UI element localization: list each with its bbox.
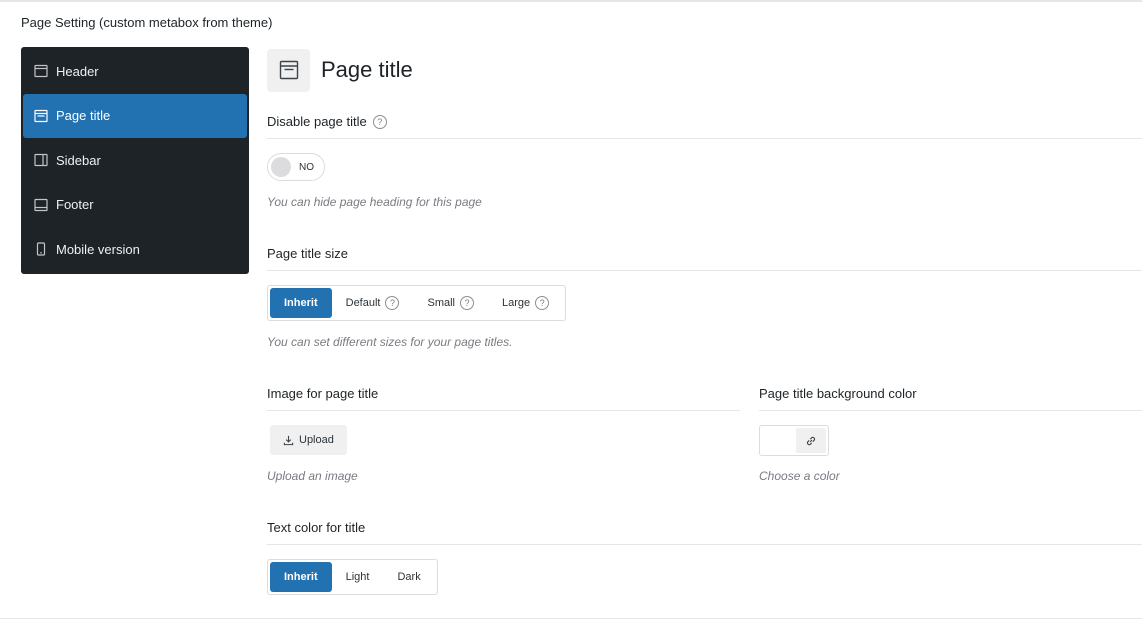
- text-color-option-light[interactable]: Light: [332, 562, 384, 592]
- title-size-description: You can set different sizes for your pag…: [267, 335, 513, 349]
- text-color-section: Text color for title: [267, 520, 1142, 545]
- option-label: Small: [427, 297, 455, 309]
- disable-title-label: Disable page title ?: [267, 114, 1142, 129]
- divider: [267, 138, 1142, 139]
- upload-button-label: Upload: [299, 434, 334, 446]
- sidebar-item-mobile-version[interactable]: Mobile version: [23, 227, 247, 271]
- panel-heading: Page title: [267, 48, 1142, 92]
- sidebar-item-label: Header: [56, 63, 99, 79]
- bg-color-description: Choose a color: [759, 469, 840, 483]
- bg-color-section: Page title background color: [759, 386, 1142, 411]
- sidebar-item-sidebar[interactable]: Sidebar: [23, 138, 247, 182]
- top-border: [0, 0, 1142, 2]
- page-title-layout-icon: [267, 48, 310, 92]
- header-layout-icon: [34, 64, 48, 78]
- text-color-option-inherit[interactable]: Inherit: [270, 562, 332, 592]
- divider: [267, 544, 1142, 545]
- text-color-option-dark[interactable]: Dark: [383, 562, 434, 592]
- upload-button[interactable]: Upload: [270, 425, 347, 455]
- size-option-small[interactable]: Small ?: [413, 288, 488, 318]
- help-icon[interactable]: ?: [535, 296, 550, 310]
- option-label: Dark: [397, 571, 421, 583]
- image-control: Upload: [270, 425, 347, 455]
- text-color-selector: Inherit Light Dark: [267, 559, 438, 595]
- bg-color-label: Page title background color: [759, 386, 917, 401]
- help-icon[interactable]: ?: [372, 114, 387, 129]
- option-label: Large: [502, 297, 531, 309]
- sidebar-item-label: Mobile version: [56, 241, 140, 257]
- sidebar-item-label: Footer: [56, 197, 94, 212]
- size-option-inherit[interactable]: Inherit: [270, 288, 332, 318]
- settings-panel: Page title Disable page title ? NO You c…: [267, 48, 1142, 595]
- color-swatch[interactable]: [762, 428, 796, 453]
- settings-sidebar: Header Page title Sidebar Footer Mobile …: [21, 47, 249, 274]
- sidebar-item-label: Sidebar: [56, 152, 101, 168]
- image-label: Image for page title: [267, 386, 379, 401]
- image-description: Upload an image: [267, 469, 358, 483]
- option-label: Light: [345, 571, 370, 583]
- page-title-layout-icon: [34, 109, 48, 123]
- size-option-default[interactable]: Default ?: [332, 288, 414, 318]
- text-color-control: Inherit Light Dark: [267, 559, 1142, 595]
- toggle-knob[interactable]: [271, 157, 291, 177]
- image-section: Image for page title: [267, 386, 740, 411]
- title-size-selector: Inherit Default ? Small ? Large ?: [267, 285, 567, 321]
- help-icon[interactable]: ?: [385, 296, 400, 310]
- field-label-text: Disable page title: [267, 114, 367, 129]
- toggle-state-label: NO: [299, 161, 314, 173]
- sidebar-item-header[interactable]: Header: [23, 49, 247, 93]
- title-size-control: Inherit Default ? Small ? Large ?: [267, 285, 1142, 321]
- help-icon[interactable]: ?: [460, 296, 474, 310]
- color-picker: [759, 425, 829, 456]
- sidebar-item-footer[interactable]: Footer: [23, 183, 247, 227]
- option-label: Inherit: [284, 297, 318, 309]
- title-size-section: Page title size: [267, 246, 1142, 271]
- disable-title-description: You can hide page heading for this page: [267, 195, 482, 209]
- panel-title: Page title: [321, 57, 413, 82]
- sidebar-layout-icon: [34, 153, 48, 167]
- option-label: Default: [345, 297, 381, 309]
- download-icon: [283, 435, 294, 445]
- divider: [759, 410, 1142, 411]
- link-icon[interactable]: [796, 428, 826, 453]
- text-color-label: Text color for title: [267, 520, 366, 535]
- sidebar-item-label: Page title: [56, 108, 111, 123]
- divider: [267, 410, 740, 411]
- disable-title-control: NO: [267, 153, 1142, 182]
- disable-title-toggle[interactable]: NO: [267, 153, 325, 181]
- size-option-large[interactable]: Large ?: [488, 288, 563, 318]
- disable-title-section: Disable page title ?: [267, 114, 1142, 139]
- mobile-icon: [34, 242, 48, 256]
- bottom-border: [0, 618, 1142, 619]
- metabox-title: Page Setting (custom metabox from theme): [21, 15, 273, 30]
- title-size-label: Page title size: [267, 246, 348, 261]
- bg-color-control: [759, 425, 829, 458]
- option-label: Inherit: [284, 571, 318, 583]
- sidebar-item-page-title[interactable]: Page title: [23, 93, 247, 138]
- footer-layout-icon: [34, 198, 48, 212]
- divider: [267, 270, 1142, 271]
